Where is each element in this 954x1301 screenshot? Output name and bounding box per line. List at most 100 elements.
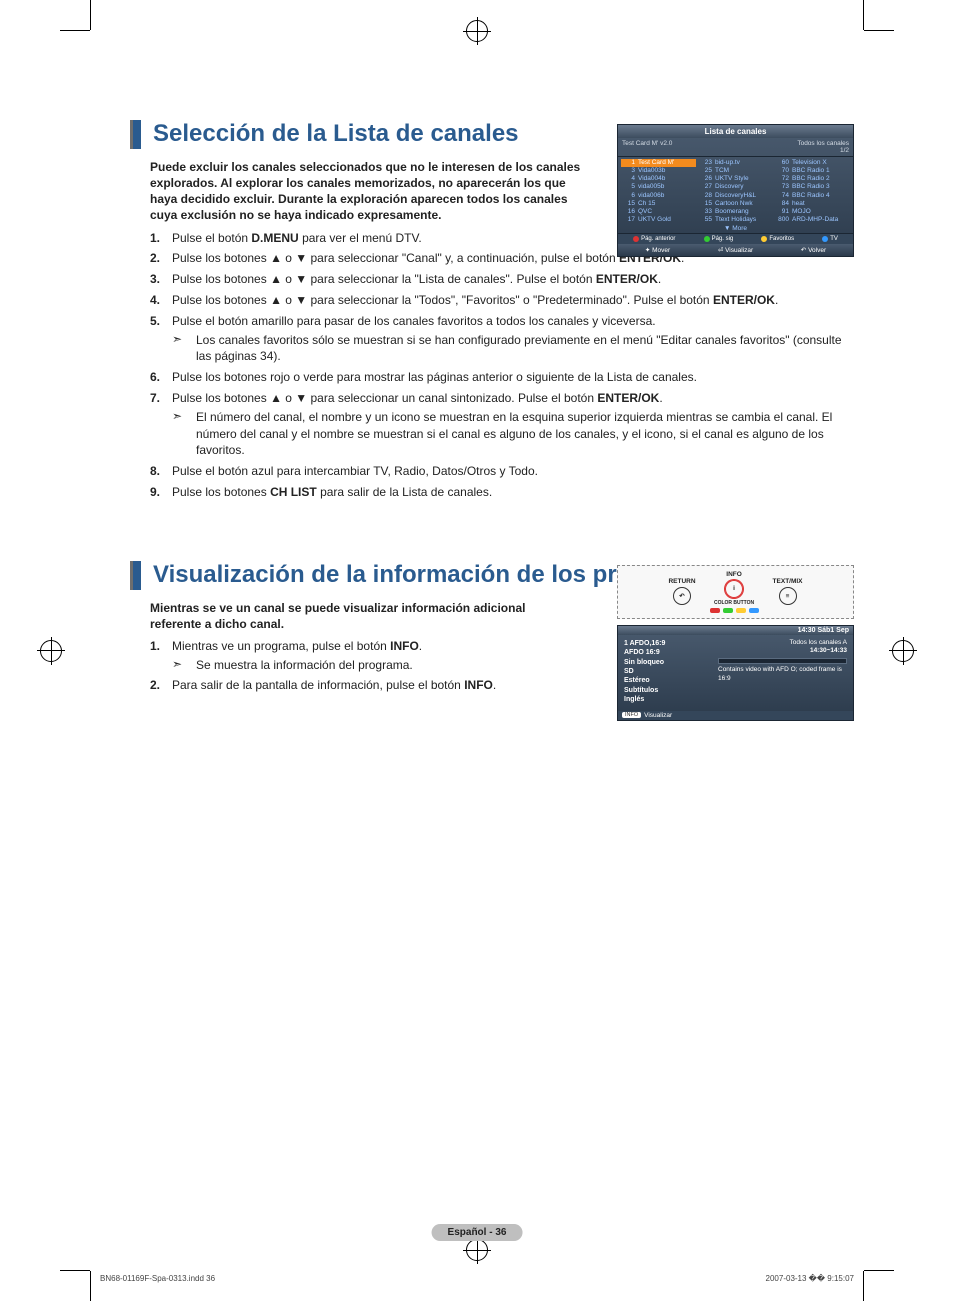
step-number: 6.: [150, 369, 172, 386]
info-left-line: Estéreo: [624, 676, 712, 685]
osd-blue-button[interactable]: TV: [822, 236, 838, 242]
channel-name: DiscoveryH&L: [715, 192, 773, 200]
osd-channel-row[interactable]: 15Cartoon Nwk: [698, 200, 773, 208]
green-dot-icon: [704, 236, 710, 242]
green-swatch-icon: [723, 608, 733, 613]
osd-channel-row[interactable]: 26UKTV Style: [698, 175, 773, 183]
crop-mark: [864, 1270, 894, 1271]
section-program-info: Visualización de la información de los p…: [130, 561, 854, 695]
osd-channel-row[interactable]: 33Boomerang: [698, 208, 773, 216]
osd-yellow-button[interactable]: Favoritos: [761, 236, 794, 242]
osd-channel-row[interactable]: 800ARD-MHP-Data: [775, 216, 850, 224]
osd-channel-row[interactable]: 1Test Card M': [621, 159, 696, 167]
osd-channel-row[interactable]: 73BBC Radio 3: [775, 183, 850, 191]
info-left-line: 1 AFDO,16:9: [624, 639, 712, 648]
channel-number: 84: [775, 200, 789, 208]
progress-bar-icon: [718, 658, 847, 664]
osd-red-button[interactable]: Pág. anterior: [633, 236, 675, 242]
step-list: 1.Mientras ve un programa, pulse el botó…: [150, 638, 580, 694]
osd-more-indicator: ▼ More: [618, 224, 853, 233]
osd-columns: 1Test Card M'3Vida003b4Vida004b5vida005b…: [618, 157, 853, 224]
osd-channel-row[interactable]: 27Discovery: [698, 183, 773, 191]
osd-channel-row[interactable]: 55Ttext Holidays: [698, 216, 773, 224]
step-text: Pulse el botón azul para intercambiar TV…: [172, 463, 850, 480]
osd-channel-row[interactable]: 74BBC Radio 4: [775, 192, 850, 200]
osd-channel-row[interactable]: 60Television X: [775, 159, 850, 167]
osd-channel-row[interactable]: 3Vida003b: [621, 167, 696, 175]
channel-number: 26: [698, 175, 712, 183]
registration-mark-icon: [466, 20, 488, 42]
registration-mark-icon: [40, 640, 62, 662]
channel-number: 28: [698, 192, 712, 200]
channel-name: Cartoon Nwk: [715, 200, 773, 208]
info-osd-body: 1 AFDO,16:9AFDO 16:9Sin bloqueoSDEstéreo…: [618, 635, 853, 711]
channel-number: 27: [698, 183, 712, 191]
step-number: 9.: [150, 484, 172, 501]
channel-number: 74: [775, 192, 789, 200]
step-text: Pulse los botones CH LIST para salir de …: [172, 484, 850, 501]
crop-mark: [864, 30, 894, 31]
blue-dot-icon: [822, 236, 828, 242]
channel-name: Test Card M': [638, 159, 696, 167]
osd-channel-row[interactable]: 16QVC: [621, 208, 696, 216]
channel-number: 5: [621, 183, 635, 191]
registration-mark-icon: [466, 1239, 488, 1261]
osd-sub-left: Test Card M' v2.0: [622, 140, 672, 154]
osd-channel-row[interactable]: 72BBC Radio 2: [775, 175, 850, 183]
channel-number: 6: [621, 192, 635, 200]
osd-channel-row[interactable]: 17UKTV Gold: [621, 216, 696, 224]
registration-mark-icon: [892, 640, 914, 662]
subnote-arrow-icon: ➣: [172, 332, 196, 366]
step-number: 4.: [150, 292, 172, 309]
yellow-swatch-icon: [736, 608, 746, 613]
channel-name: BBC Radio 3: [792, 183, 850, 191]
crop-mark: [90, 0, 91, 30]
osd-channel-row[interactable]: 23bid-up.tv: [698, 159, 773, 167]
blue-swatch-icon: [749, 608, 759, 613]
channel-number: 73: [775, 183, 789, 191]
remote-diagram: RETURN ↶ INFO i COLOR BUTTON TEXT/MIX ≡: [617, 565, 854, 619]
step-item: 7.Pulse los botones ▲ o ▼ para seleccion…: [150, 390, 850, 459]
step-list: 1.Pulse el botón D.MENU para ver el menú…: [150, 230, 850, 501]
subnote-text: Los canales favoritos sólo se muestran s…: [196, 332, 850, 366]
info-desc: Contains video with AFD O; coded frame i…: [718, 666, 847, 684]
channel-name: BBC Radio 2: [792, 175, 850, 183]
heading-accent-bar: [130, 561, 141, 590]
remote-textmix-button: TEXT/MIX ≡: [773, 578, 803, 605]
osd-subheader: Test Card M' v2.0 Todos los canales 1/2: [618, 138, 853, 157]
section-channel-list: Selección de la Lista de canales Puede e…: [130, 120, 854, 501]
info-osd-right-column: Todos los canales A 14:30~14:33 Contains…: [718, 639, 847, 705]
osd-channel-row[interactable]: 84heat: [775, 200, 850, 208]
osd-title: Lista de canales: [618, 125, 853, 138]
info-left-line: Inglés: [624, 695, 712, 704]
step-item: 8.Pulse el botón azul para intercambiar …: [150, 463, 850, 480]
channel-name: heat: [792, 200, 850, 208]
osd-channel-row[interactable]: 15Ch 15: [621, 200, 696, 208]
osd-channel-row[interactable]: 6vida006b: [621, 192, 696, 200]
osd-channel-row[interactable]: 4Vida004b: [621, 175, 696, 183]
step-item: 4.Pulse los botones ▲ o ▼ para seleccion…: [150, 292, 850, 309]
red-dot-icon: [633, 236, 639, 242]
osd-channel-row[interactable]: 91MOJO: [775, 208, 850, 216]
osd-channel-row[interactable]: 70BBC Radio 1: [775, 167, 850, 175]
info-icon: i: [725, 580, 743, 598]
channel-name: Vida003b: [638, 167, 696, 175]
osd-nav-move: ✦ Mover: [645, 246, 670, 254]
subnote-arrow-icon: ➣: [172, 657, 196, 674]
channel-name: UKTV Style: [715, 175, 773, 183]
osd-channel-row[interactable]: 5vida005b: [621, 183, 696, 191]
crop-mark: [863, 0, 864, 30]
info-pill: INFO: [622, 712, 641, 718]
channel-number: 15: [698, 200, 712, 208]
step-number: 5.: [150, 313, 172, 365]
osd-channel-row[interactable]: 25TCM: [698, 167, 773, 175]
channel-name: UKTV Gold: [638, 216, 696, 224]
osd-green-button[interactable]: Pág. sig: [704, 236, 734, 242]
step-subnote: ➣Los canales favoritos sólo se muestran …: [172, 332, 850, 366]
color-button-row: [710, 608, 759, 613]
channel-number: 16: [621, 208, 635, 216]
return-icon: ↶: [673, 587, 691, 605]
step-number: 8.: [150, 463, 172, 480]
footer-right: 2007-03-13 �� 9:15:07: [766, 1274, 854, 1283]
osd-channel-row[interactable]: 28DiscoveryH&L: [698, 192, 773, 200]
